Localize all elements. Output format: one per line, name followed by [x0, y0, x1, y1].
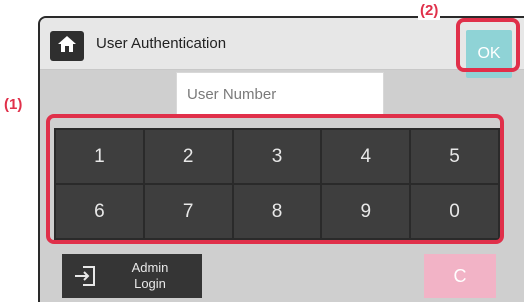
page-title: User Authentication [96, 35, 227, 52]
admin-login-label: Admin Login [98, 260, 202, 292]
login-icon [72, 263, 98, 289]
ok-callout-frame [456, 18, 520, 72]
admin-login-line2: Login [134, 276, 166, 291]
admin-login-line1: Admin [131, 260, 169, 275]
user-number-field[interactable]: User Number [176, 72, 384, 116]
header-bar: User Authentication [40, 18, 524, 70]
clear-button[interactable]: C [424, 254, 496, 298]
ok-callout-label: (2) [418, 2, 441, 20]
keypad-callout-frame [46, 114, 504, 244]
admin-login-button[interactable]: Admin Login [62, 254, 202, 298]
home-button[interactable] [50, 31, 84, 61]
home-icon [57, 35, 77, 58]
keypad-callout-label: (1) [2, 96, 25, 114]
